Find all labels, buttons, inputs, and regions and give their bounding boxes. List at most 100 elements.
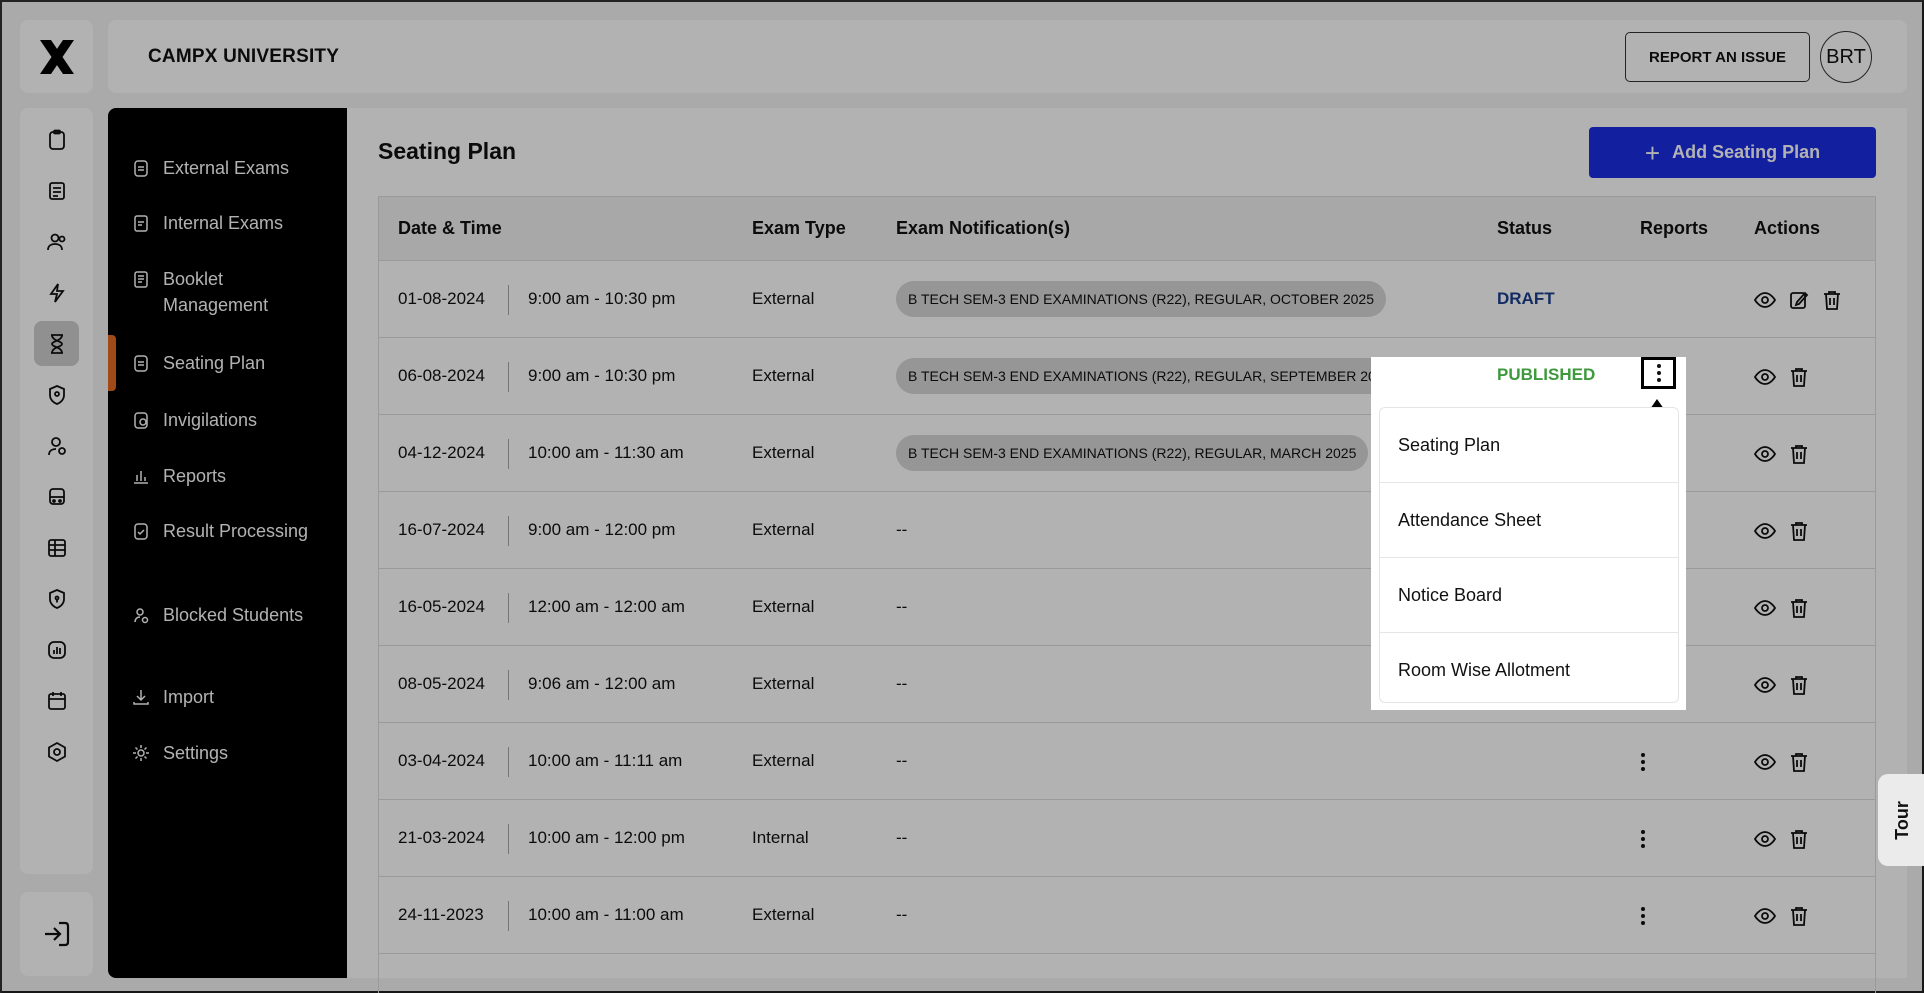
delete-icon[interactable] [1786,441,1812,467]
menu-label: Reports [163,466,227,486]
row-type: External [752,751,815,770]
row-time: 12:00 am - 12:00 am [528,597,685,616]
menu-label: Result Processing [163,521,309,541]
menu-label: Seating Plan [163,353,266,373]
delete-icon[interactable] [1786,826,1812,852]
row-type: External [752,366,815,385]
delete-icon[interactable] [1786,518,1812,544]
menu-item-invigilations[interactable]: Invigilations [108,407,347,433]
more-vertical-icon[interactable] [1641,357,1676,389]
more-vertical-icon[interactable] [1630,749,1656,775]
logout-icon [44,921,69,947]
row-time: 10:00 am - 11:00 am [528,905,684,924]
delete-icon[interactable] [1819,287,1845,313]
view-icon[interactable] [1752,749,1778,775]
table-row[interactable]: 24-11-2023 10:00 am - 11:00 am External … [379,877,1875,954]
row-time: 9:00 am - 10:30 pm [528,289,676,308]
menu-item-attendance-sheet[interactable]: Attendance Sheet [1380,483,1678,558]
menu-label: Booklet Management [163,269,269,315]
row-notification: -- [896,751,908,770]
delete-icon[interactable] [1786,749,1812,775]
tour-button[interactable]: Tour [1878,774,1924,866]
view-icon[interactable] [1752,595,1778,621]
more-vertical-icon[interactable] [1630,826,1656,852]
campx-logo[interactable] [20,20,93,93]
notification-chip: B TECH SEM-3 END EXAMINATIONS (R22), REG… [896,281,1386,317]
document-icon [134,215,148,232]
bus-icon[interactable] [34,474,79,519]
row-notification: -- [896,597,908,616]
row-type: External [752,674,815,693]
page-title: Seating Plan [378,138,517,164]
app-title: CAMPX UNIVERSITY [148,46,340,67]
add-seating-plan-button[interactable]: + Add Seating Plan [1589,127,1876,178]
menu-item-external-exams[interactable]: External Exams [108,155,347,181]
clipboard-icon [134,355,148,372]
row-type: Internal [752,828,809,847]
divider [508,901,509,931]
table-row[interactable]: 03-04-2024 10:00 am - 11:11 am External … [379,723,1875,800]
menu-label: Internal Exams [163,213,284,233]
delete-icon[interactable] [1786,672,1812,698]
menu-item-internal-exams[interactable]: Internal Exams [108,210,347,236]
notification-chip: B TECH SEM-3 END EXAMINATIONS (R22), REG… [896,435,1369,471]
view-icon[interactable] [1752,672,1778,698]
delete-icon[interactable] [1786,364,1812,390]
header-exam-type: Exam Type [752,218,846,238]
more-vertical-icon[interactable] [1630,903,1656,929]
menu-item-settings[interactable]: Settings [108,740,347,766]
calendar-icon[interactable] [34,678,79,723]
hexagon-gear-icon[interactable] [34,729,79,774]
booklet-icon[interactable] [34,168,79,213]
clipboard-icon[interactable] [34,117,79,162]
row-notification: -- [896,905,908,924]
bolt-icon[interactable] [34,270,79,315]
shield-user-icon[interactable] [34,372,79,417]
view-icon[interactable] [1752,826,1778,852]
menu-item-seating-plan-report[interactable]: Seating Plan [1380,408,1678,483]
row-date: 01-08-2024 [398,289,485,308]
reports-menu: Seating Plan Attendance Sheet Notice Boa… [1379,407,1679,703]
side-menu: External Exams Internal Exams Booklet Ma… [108,108,347,978]
row-type: External [752,289,815,308]
menu-item-result-processing[interactable]: Result Processing [108,518,347,544]
add-button-label: Add Seating Plan [1672,142,1821,162]
view-icon[interactable] [1752,364,1778,390]
table-row[interactable]: 01-08-2024 9:00 am - 10:30 pm External B… [379,261,1875,338]
row-time: 10:00 am - 11:11 am [528,751,683,770]
row-notification: -- [896,520,908,539]
report-issue-button[interactable]: REPORT AN ISSUE [1625,32,1810,82]
row-date: 21-03-2024 [398,828,485,847]
avatar[interactable]: BRT [1820,31,1872,83]
row-time: 9:06 am - 12:00 am [528,674,676,693]
row-date: 04-12-2024 [398,443,485,462]
row-type: External [752,597,815,616]
view-icon[interactable] [1752,441,1778,467]
users-icon[interactable] [34,219,79,264]
logout-button[interactable] [20,892,93,976]
row-date: 24-11-2023 [398,905,484,924]
chart-icon[interactable] [34,627,79,672]
status-badge: PUBLISHED [1497,365,1596,384]
table-row[interactable]: 21-03-2024 10:00 am - 12:00 pm Internal … [379,800,1875,877]
shield-lock-icon[interactable] [34,576,79,621]
divider [508,670,509,700]
divider [508,747,509,777]
menu-item-booklet-management[interactable]: Booklet Management [108,266,347,318]
delete-icon[interactable] [1786,595,1812,621]
table-icon[interactable] [34,525,79,570]
view-icon[interactable] [1752,287,1778,313]
menu-item-reports[interactable]: Reports [108,463,347,489]
menu-item-blocked-students[interactable]: Blocked Students [108,602,347,628]
menu-item-seating-plan[interactable]: Seating Plan [108,350,347,376]
user-settings-icon[interactable] [34,423,79,468]
hourglass-icon[interactable] [34,321,79,366]
view-icon[interactable] [1752,518,1778,544]
delete-icon[interactable] [1786,903,1812,929]
menu-item-notice-board[interactable]: Notice Board [1380,558,1678,633]
view-icon[interactable] [1752,903,1778,929]
divider [508,285,509,315]
edit-icon[interactable] [1786,287,1812,313]
menu-item-room-wise-allotment[interactable]: Room Wise Allotment [1380,633,1678,708]
menu-item-import[interactable]: Import [108,684,347,710]
